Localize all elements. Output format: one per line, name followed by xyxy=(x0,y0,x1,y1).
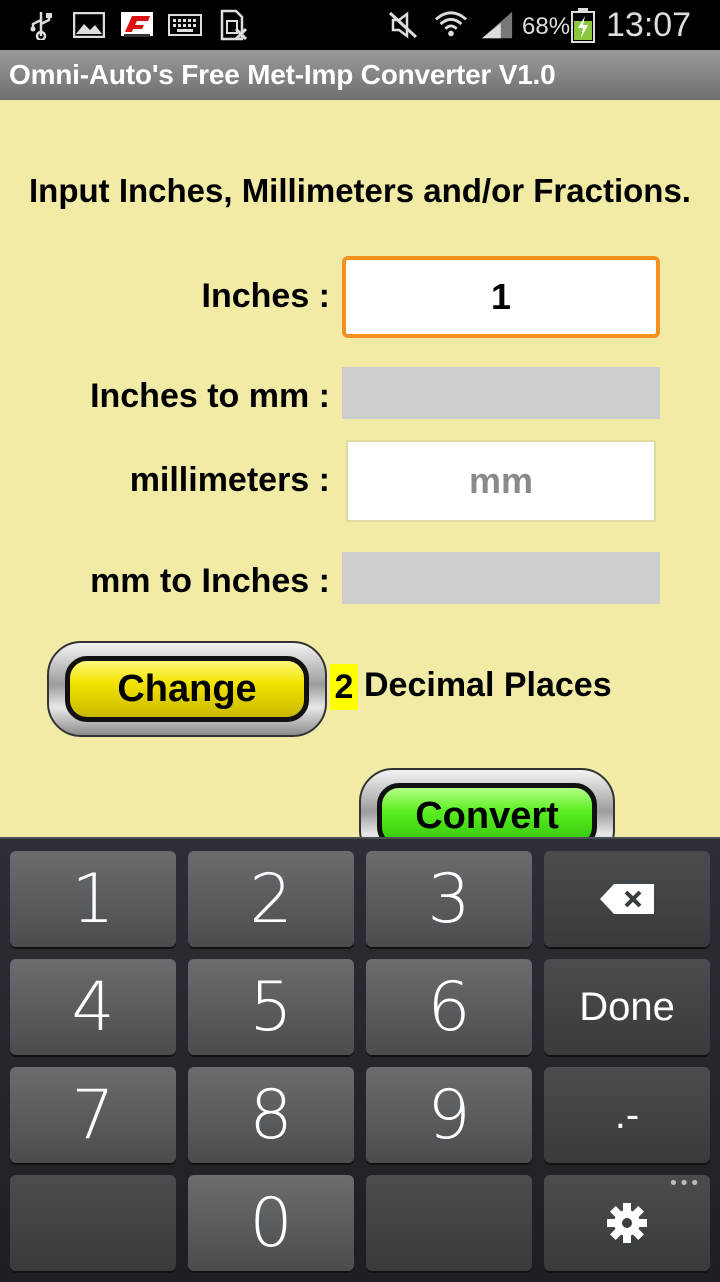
app-title: Omni-Auto's Free Met-Imp Converter V1.0 xyxy=(9,59,556,90)
f1-icon xyxy=(120,8,154,42)
clock: 13:07 xyxy=(606,6,692,44)
key-5[interactable]: 5 xyxy=(188,959,354,1055)
app-title-bar: Omni-Auto's Free Met-Imp Converter V1.0 xyxy=(0,50,720,100)
key-2[interactable]: 2 xyxy=(188,851,354,947)
key-6[interactable]: 6 xyxy=(366,959,532,1055)
sim-icon xyxy=(216,8,250,42)
backspace-icon xyxy=(600,884,654,914)
status-bar: 68% 13:07 xyxy=(0,0,720,50)
key-1[interactable]: 1 xyxy=(10,851,176,947)
mm-to-inches-output xyxy=(342,552,660,604)
inches-label: Inches : xyxy=(201,277,330,315)
key-4[interactable]: 4 xyxy=(10,959,176,1055)
mm-to-inches-label: mm to Inches : xyxy=(90,562,330,600)
battery-percent: 68% xyxy=(522,13,571,40)
keyboard-icon xyxy=(168,8,202,42)
done-key[interactable]: Done xyxy=(544,959,710,1055)
signal-icon xyxy=(480,8,514,42)
settings-key[interactable]: ••• xyxy=(544,1173,710,1271)
blank-key-left[interactable] xyxy=(10,1175,176,1271)
instructions-heading: Input Inches, Millimeters and/or Fractio… xyxy=(29,172,691,209)
inches-to-mm-label: Inches to mm : xyxy=(90,377,330,415)
image-icon xyxy=(72,8,106,42)
millimeters-input[interactable]: mm xyxy=(346,440,656,522)
usb-icon xyxy=(24,8,58,42)
key-9[interactable]: 9 xyxy=(366,1067,532,1163)
wifi-icon xyxy=(434,8,468,42)
inches-to-mm-output xyxy=(342,367,660,419)
key-0[interactable]: 0 xyxy=(188,1175,354,1271)
gear-icon xyxy=(607,1203,647,1243)
inches-input[interactable]: 1 xyxy=(342,256,660,338)
millimeters-label: millimeters : xyxy=(129,461,330,499)
key-3[interactable]: 3 xyxy=(366,851,532,947)
dot-minus-key[interactable]: .- xyxy=(544,1067,710,1163)
mute-icon xyxy=(386,8,420,42)
more-dots-icon: ••• xyxy=(668,1173,700,1194)
decimal-places-value: 2 xyxy=(330,664,358,710)
decimal-places-label: Decimal Places xyxy=(364,666,612,704)
key-8[interactable]: 8 xyxy=(188,1067,354,1163)
change-button[interactable]: Change xyxy=(47,641,327,737)
inches-input-value: 1 xyxy=(490,276,512,317)
numeric-keyboard: 1 2 3 4 5 6 Done 7 8 9 .- 0 ••• xyxy=(0,837,720,1282)
millimeters-placeholder: mm xyxy=(468,460,534,501)
backspace-key[interactable] xyxy=(544,851,710,947)
key-7[interactable]: 7 xyxy=(10,1067,176,1163)
blank-key-right[interactable] xyxy=(366,1175,532,1271)
change-button-label: Change xyxy=(65,656,309,722)
battery-icon xyxy=(566,8,600,43)
